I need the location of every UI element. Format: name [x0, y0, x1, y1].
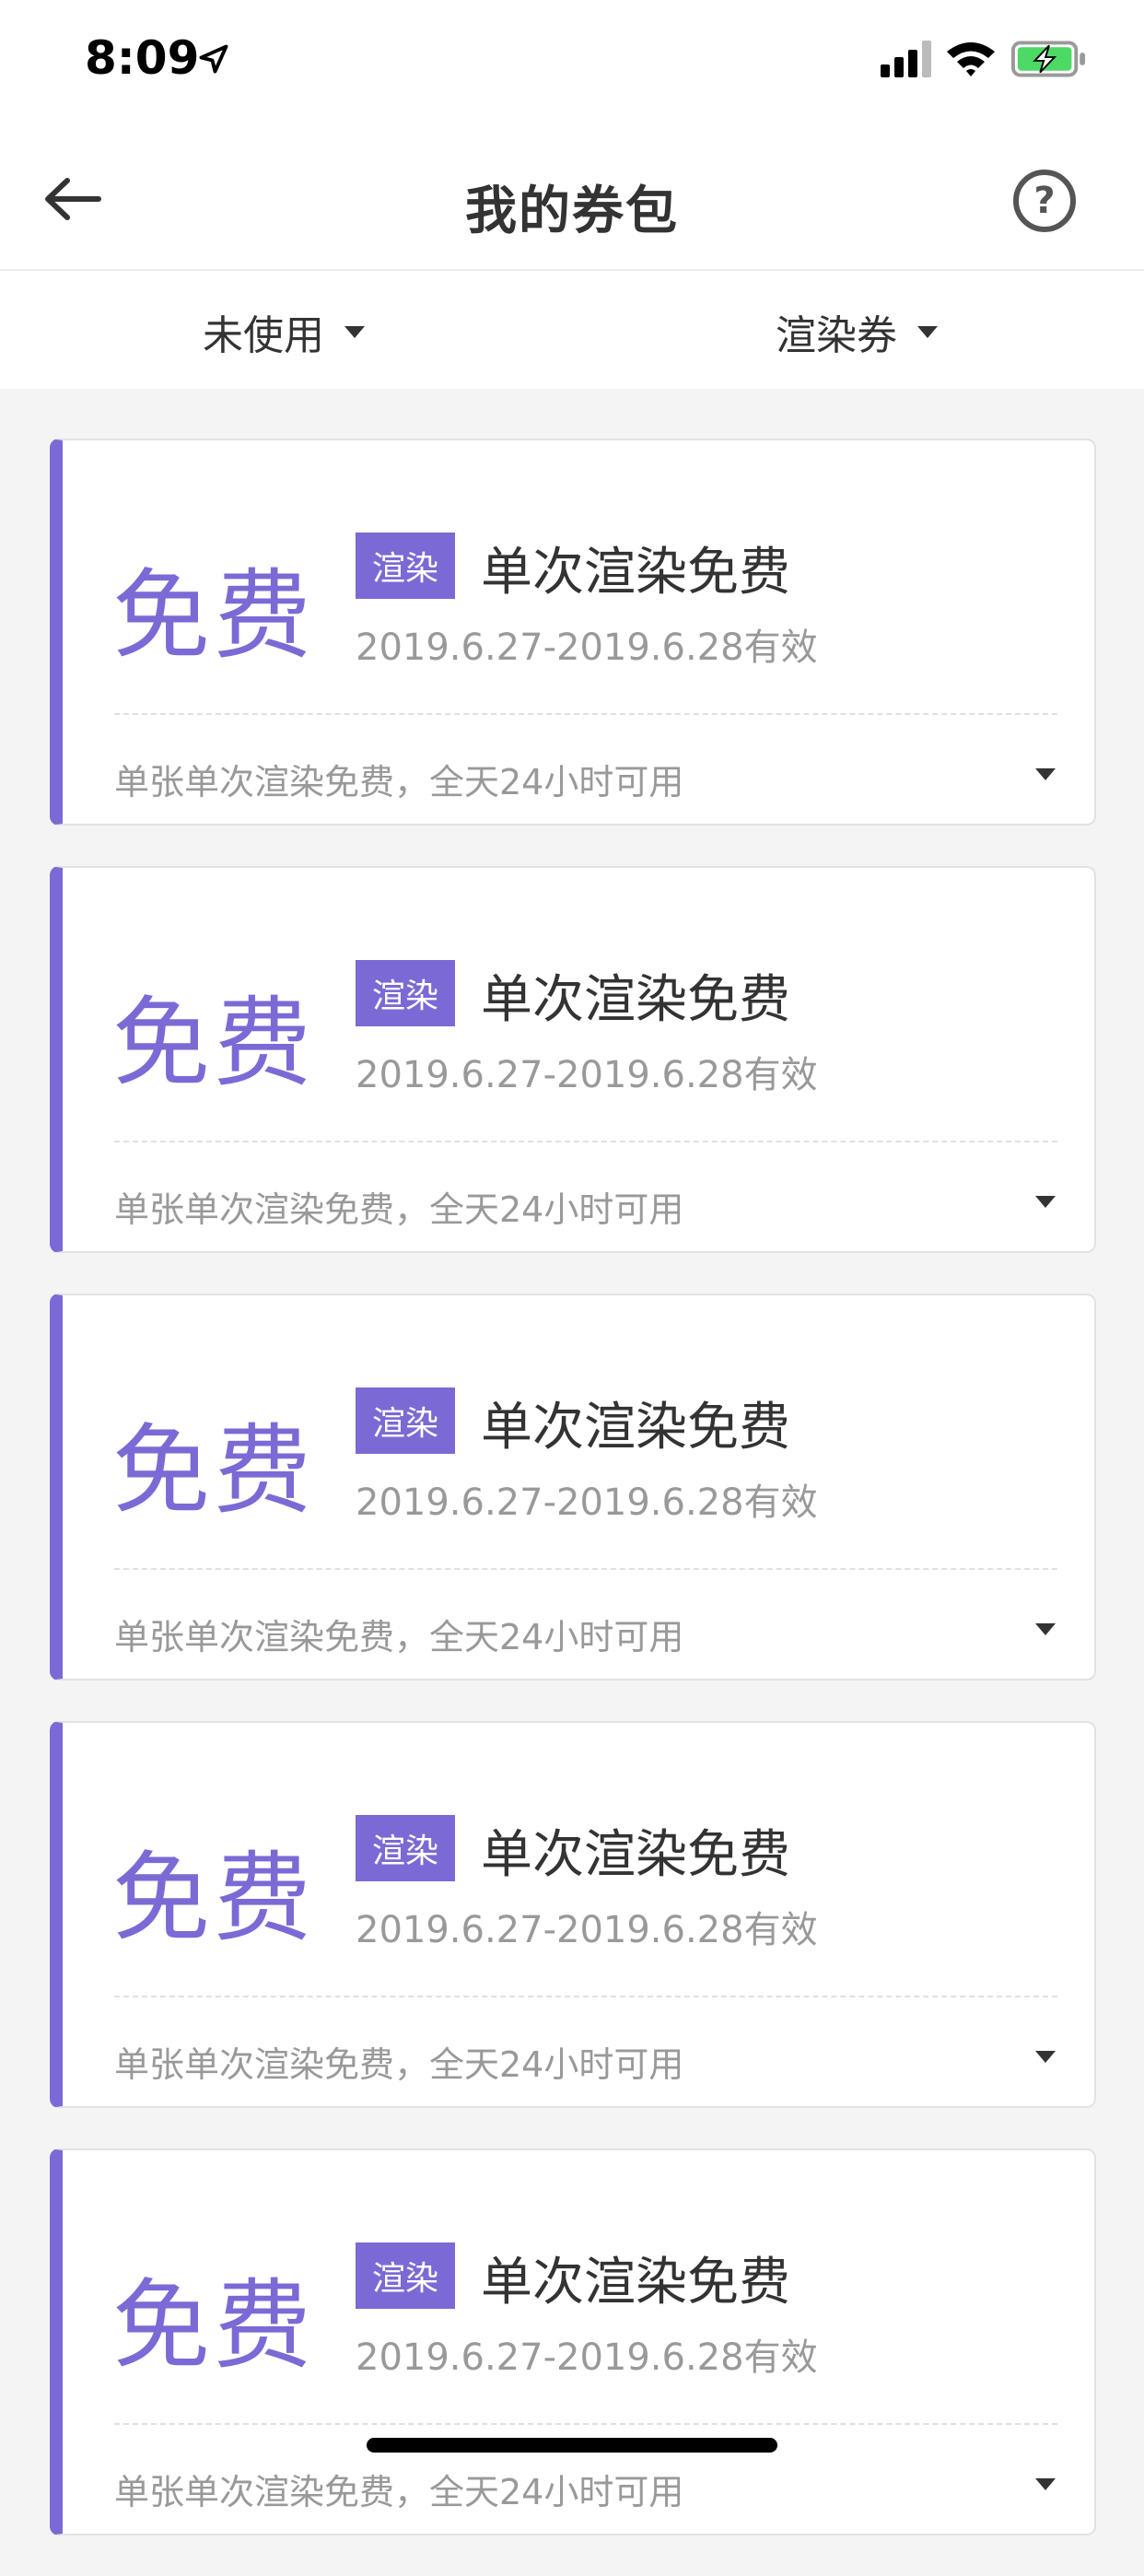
status-bar: 8:09	[0, 0, 1144, 129]
page-title: 我的券包	[465, 181, 679, 241]
coupon-amount: 免费	[112, 559, 315, 673]
coupon-divider	[114, 1141, 1057, 1142]
coupon-validity: 2019.6.27-2019.6.28有效	[356, 1054, 818, 1096]
type-filter-dropdown[interactable]: 渲染券	[776, 302, 938, 361]
coupon-divider	[114, 1996, 1057, 1997]
wifi-icon	[947, 42, 995, 76]
coupon-type-tag: 渲染	[356, 2242, 455, 2309]
expand-triangle-icon[interactable]	[1035, 1623, 1056, 1635]
coupon-validity: 2019.6.27-2019.6.28有效	[356, 626, 818, 669]
expand-triangle-icon[interactable]	[1035, 768, 1056, 780]
coupon-name: 单次渲染免费	[481, 2253, 790, 2313]
expand-triangle-icon[interactable]	[1035, 1196, 1056, 1208]
coupon-description: 单张单次渲染免费，全天24小时可用	[114, 1189, 684, 1230]
coupon-amount: 免费	[112, 987, 315, 1100]
help-button[interactable]: ?	[1013, 170, 1076, 232]
coupon-type-tag: 渲染	[356, 1388, 455, 1454]
expand-triangle-icon[interactable]	[1035, 2051, 1056, 2063]
battery-charging-icon	[1011, 41, 1086, 77]
coupon-type-tag: 渲染	[356, 1815, 455, 1881]
coupon-type-tag: 渲染	[356, 533, 455, 599]
coupon-amount: 免费	[112, 1842, 315, 1955]
coupon-validity: 2019.6.27-2019.6.28有效	[356, 2336, 818, 2379]
dropdown-triangle-icon	[344, 325, 365, 338]
status-filter-label: 未使用	[203, 312, 324, 359]
cellular-signal-icon	[881, 41, 931, 77]
coupon-description: 单张单次渲染免费，全天24小时可用	[114, 2472, 684, 2512]
coupon-divider	[114, 713, 1057, 715]
coupon-name: 单次渲染免费	[481, 1825, 790, 1885]
home-indicator[interactable]	[367, 2438, 777, 2453]
coupon-list: 免费 渲染 单次渲染免费 2019.6.27-2019.6.28有效 单张单次渲…	[50, 439, 1096, 2576]
status-filter-dropdown[interactable]: 未使用	[203, 302, 365, 361]
coupon-name: 单次渲染免费	[481, 543, 790, 603]
coupon-card[interactable]: 免费 渲染 单次渲染免费 2019.6.27-2019.6.28有效 单张单次渲…	[50, 2149, 1096, 2535]
coupon-description: 单张单次渲染免费，全天24小时可用	[114, 2044, 684, 2085]
dropdown-triangle-icon	[917, 325, 938, 338]
expand-triangle-icon[interactable]	[1035, 2478, 1056, 2490]
type-filter-label: 渲染券	[776, 312, 897, 359]
coupon-amount: 免费	[112, 1414, 315, 1528]
coupon-card[interactable]: 免费 渲染 单次渲染免费 2019.6.27-2019.6.28有效 单张单次渲…	[50, 1721, 1096, 2108]
coupon-validity: 2019.6.27-2019.6.28有效	[356, 1481, 818, 1524]
coupon-description: 单张单次渲染免费，全天24小时可用	[114, 762, 684, 802]
coupon-card[interactable]: 免费 渲染 单次渲染免费 2019.6.27-2019.6.28有效 单张单次渲…	[50, 439, 1096, 825]
filter-bar: 未使用 渲染券	[0, 271, 1144, 389]
coupon-amount: 免费	[112, 2269, 315, 2383]
location-arrow-icon	[199, 44, 228, 74]
status-time: 8:09	[85, 31, 200, 85]
coupon-name: 单次渲染免费	[481, 1398, 790, 1458]
coupon-card[interactable]: 免费 渲染 单次渲染免费 2019.6.27-2019.6.28有效 单张单次渲…	[50, 1294, 1096, 1680]
coupon-divider	[114, 1568, 1057, 1570]
nav-bar: 我的券包 ?	[0, 129, 1144, 271]
coupon-name: 单次渲染免费	[481, 970, 790, 1030]
coupon-divider	[114, 2423, 1057, 2425]
coupon-description: 单张单次渲染免费，全天24小时可用	[114, 1617, 684, 1657]
coupon-card[interactable]: 免费 渲染 单次渲染免费 2019.6.27-2019.6.28有效 单张单次渲…	[50, 866, 1096, 1253]
question-mark-icon: ?	[1033, 180, 1056, 222]
coupon-validity: 2019.6.27-2019.6.28有效	[356, 1909, 818, 1951]
coupon-type-tag: 渲染	[356, 960, 455, 1026]
